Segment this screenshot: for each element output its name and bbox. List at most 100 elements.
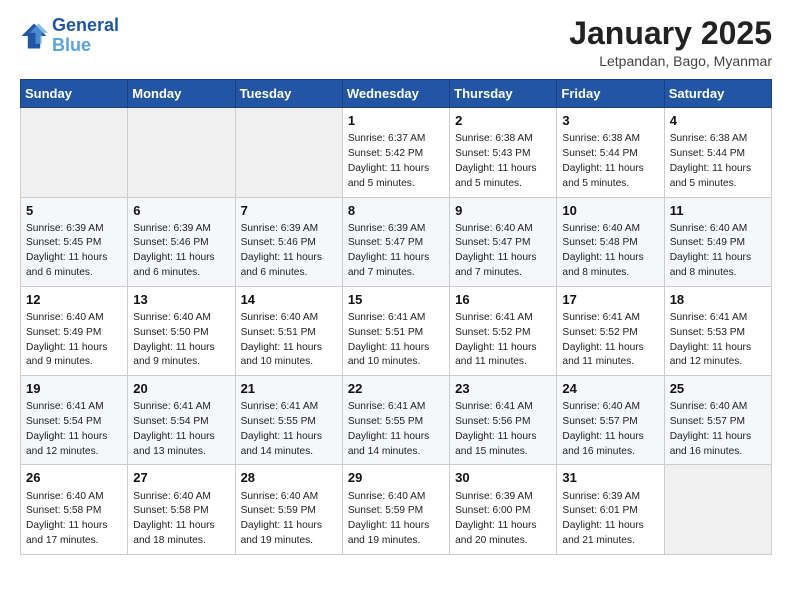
calendar-cell: 8 Sunrise: 6:39 AMSunset: 5:47 PMDaylight… — [342, 197, 449, 286]
calendar-cell: 1 Sunrise: 6:37 AMSunset: 5:42 PMDaylight… — [342, 108, 449, 197]
logo-blue: Blue — [52, 36, 119, 56]
calendar-cell: 11 Sunrise: 6:40 AMSunset: 5:49 PMDayligh… — [664, 197, 771, 286]
calendar-cell: 29Sunrise: 6:40 AMSunset: 5:59 PMDayligh… — [342, 465, 449, 554]
calendar-cell: 24Sunrise: 6:40 AMSunset: 5:57 PMDayligh… — [557, 376, 664, 465]
day-info: Sunrise: 6:41 AMSunset: 5:56 PMDaylight:… — [455, 400, 551, 459]
day-number: 9 — [455, 202, 551, 220]
calendar-cell: 18Sunrise: 6:41 AMSunset: 5:53 PMDayligh… — [664, 286, 771, 375]
calendar-cell — [128, 108, 235, 197]
day-info: Sunrise: 6:37 AMSunset: 5:42 PMDaylight:… — [348, 132, 444, 191]
calendar-cell: 13 Sunrise: 6:40 AMSunset: 5:50 PMDayligh… — [128, 286, 235, 375]
day-number: 28 — [241, 469, 337, 487]
calendar-cell — [664, 465, 771, 554]
calendar-cell — [235, 108, 342, 197]
header-saturday: Saturday — [664, 80, 771, 108]
calendar-cell: 27 Sunrise: 6:40 AMSunset: 5:58 PMDayligh… — [128, 465, 235, 554]
calendar-cell: 25 Sunrise: 6:40 AMSunset: 5:57 PMDayligh… — [664, 376, 771, 465]
logo-icon — [20, 22, 48, 50]
calendar-cell: 31Sunrise: 6:39 AMSunset: 6:01 PMDayligh… — [557, 465, 664, 554]
day-number: 15 — [348, 291, 444, 309]
calendar-cell: 28 Sunrise: 6:40 AMSunset: 5:59 PMDayligh… — [235, 465, 342, 554]
day-number: 24 — [562, 380, 658, 398]
day-number: 12 — [26, 291, 122, 309]
day-number: 3 — [562, 112, 658, 130]
calendar-week-row: 5 Sunrise: 6:39 AMSunset: 5:45 PMDaylight… — [21, 197, 772, 286]
calendar-week-row: 19 Sunrise: 6:41 AMSunset: 5:54 PMDayligh… — [21, 376, 772, 465]
day-number: 14 — [241, 291, 337, 309]
day-info: Sunrise: 6:40 AMSunset: 5:57 PMDaylight:… — [670, 400, 766, 459]
day-info: Sunrise: 6:40 AMSunset: 5:50 PMDaylight:… — [133, 311, 229, 370]
calendar-cell: 4Sunrise: 6:38 AMSunset: 5:44 PMDaylight… — [664, 108, 771, 197]
calendar-week-row: 1 Sunrise: 6:37 AMSunset: 5:42 PMDaylight… — [21, 108, 772, 197]
day-info: Sunrise: 6:40 AMSunset: 5:47 PMDaylight:… — [455, 222, 551, 281]
day-number: 6 — [133, 202, 229, 220]
header-wednesday: Wednesday — [342, 80, 449, 108]
day-info: Sunrise: 6:39 AMSunset: 5:46 PMDaylight:… — [133, 222, 229, 281]
day-number: 11 — [670, 202, 766, 220]
day-info: Sunrise: 6:41 AMSunset: 5:53 PMDaylight:… — [670, 311, 766, 370]
calendar-cell: 16Sunrise: 6:41 AMSunset: 5:52 PMDayligh… — [450, 286, 557, 375]
calendar-cell: 20 Sunrise: 6:41 AMSunset: 5:54 PMDayligh… — [128, 376, 235, 465]
day-info: Sunrise: 6:41 AMSunset: 5:54 PMDaylight:… — [26, 400, 122, 459]
calendar-cell: 26 Sunrise: 6:40 AMSunset: 5:58 PMDayligh… — [21, 465, 128, 554]
month-title: January 2025 — [569, 16, 772, 51]
calendar-cell: 17Sunrise: 6:41 AMSunset: 5:52 PMDayligh… — [557, 286, 664, 375]
day-info: Sunrise: 6:41 AMSunset: 5:51 PMDaylight:… — [348, 311, 444, 370]
calendar-cell: 12 Sunrise: 6:40 AMSunset: 5:49 PMDayligh… — [21, 286, 128, 375]
calendar-cell: 21Sunrise: 6:41 AMSunset: 5:55 PMDayligh… — [235, 376, 342, 465]
calendar-cell: 22Sunrise: 6:41 AMSunset: 5:55 PMDayligh… — [342, 376, 449, 465]
day-info: Sunrise: 6:40 AMSunset: 5:59 PMDaylight:… — [348, 490, 444, 549]
day-info: Sunrise: 6:39 AMSunset: 5:46 PMDaylight:… — [241, 222, 337, 281]
day-info: Sunrise: 6:40 AMSunset: 5:58 PMDaylight:… — [133, 490, 229, 549]
calendar-cell: 2Sunrise: 6:38 AMSunset: 5:43 PMDaylight… — [450, 108, 557, 197]
day-info: Sunrise: 6:38 AMSunset: 5:43 PMDaylight:… — [455, 132, 551, 191]
day-info: Sunrise: 6:40 AMSunset: 5:58 PMDaylight:… — [26, 490, 122, 549]
day-info: Sunrise: 6:39 AMSunset: 5:45 PMDaylight:… — [26, 222, 122, 281]
day-info: Sunrise: 6:41 AMSunset: 5:54 PMDaylight:… — [133, 400, 229, 459]
day-info: Sunrise: 6:39 AMSunset: 5:47 PMDaylight:… — [348, 222, 444, 281]
day-number: 7 — [241, 202, 337, 220]
calendar-cell: 14 Sunrise: 6:40 AMSunset: 5:51 PMDayligh… — [235, 286, 342, 375]
calendar-cell — [21, 108, 128, 197]
day-number: 17 — [562, 291, 658, 309]
header-friday: Friday — [557, 80, 664, 108]
header-tuesday: Tuesday — [235, 80, 342, 108]
day-info: Sunrise: 6:39 AMSunset: 6:01 PMDaylight:… — [562, 490, 658, 549]
day-number: 27 — [133, 469, 229, 487]
calendar-week-row: 12 Sunrise: 6:40 AMSunset: 5:49 PMDayligh… — [21, 286, 772, 375]
calendar-cell: 3 Sunrise: 6:38 AMSunset: 5:44 PMDaylight… — [557, 108, 664, 197]
day-info: Sunrise: 6:39 AMSunset: 6:00 PMDaylight:… — [455, 490, 551, 549]
location-subtitle: Letpandan, Bago, Myanmar — [569, 53, 772, 69]
day-info: Sunrise: 6:41 AMSunset: 5:55 PMDaylight:… — [241, 400, 337, 459]
day-number: 30 — [455, 469, 551, 487]
day-number: 1 — [348, 112, 444, 130]
calendar-cell: 19 Sunrise: 6:41 AMSunset: 5:54 PMDayligh… — [21, 376, 128, 465]
day-number: 25 — [670, 380, 766, 398]
header: General Blue January 2025 Letpandan, Bag… — [20, 16, 772, 69]
day-number: 4 — [670, 112, 766, 130]
day-number: 13 — [133, 291, 229, 309]
calendar-cell: 6 Sunrise: 6:39 AMSunset: 5:46 PMDaylight… — [128, 197, 235, 286]
title-block: January 2025 Letpandan, Bago, Myanmar — [569, 16, 772, 69]
header-monday: Monday — [128, 80, 235, 108]
day-info: Sunrise: 6:40 AMSunset: 5:59 PMDaylight:… — [241, 490, 337, 549]
day-info: Sunrise: 6:41 AMSunset: 5:52 PMDaylight:… — [455, 311, 551, 370]
logo: General Blue — [20, 16, 119, 56]
day-number: 5 — [26, 202, 122, 220]
day-info: Sunrise: 6:40 AMSunset: 5:48 PMDaylight:… — [562, 222, 658, 281]
calendar-cell: 23Sunrise: 6:41 AMSunset: 5:56 PMDayligh… — [450, 376, 557, 465]
day-info: Sunrise: 6:40 AMSunset: 5:49 PMDaylight:… — [26, 311, 122, 370]
calendar-cell: 7 Sunrise: 6:39 AMSunset: 5:46 PMDaylight… — [235, 197, 342, 286]
day-info: Sunrise: 6:40 AMSunset: 5:49 PMDaylight:… — [670, 222, 766, 281]
calendar-week-row: 26 Sunrise: 6:40 AMSunset: 5:58 PMDayligh… — [21, 465, 772, 554]
day-number: 22 — [348, 380, 444, 398]
day-number: 19 — [26, 380, 122, 398]
calendar-cell: 30 Sunrise: 6:39 AMSunset: 6:00 PMDayligh… — [450, 465, 557, 554]
day-number: 8 — [348, 202, 444, 220]
day-info: Sunrise: 6:40 AMSunset: 5:51 PMDaylight:… — [241, 311, 337, 370]
day-info: Sunrise: 6:38 AMSunset: 5:44 PMDaylight:… — [562, 132, 658, 191]
header-sunday: Sunday — [21, 80, 128, 108]
day-number: 26 — [26, 469, 122, 487]
day-number: 20 — [133, 380, 229, 398]
calendar-cell: 10Sunrise: 6:40 AMSunset: 5:48 PMDayligh… — [557, 197, 664, 286]
